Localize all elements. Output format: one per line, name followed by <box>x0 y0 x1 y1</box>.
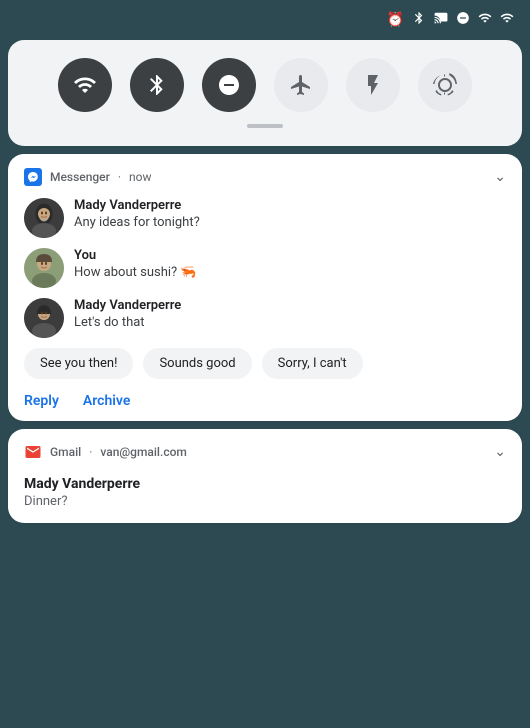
reply-button[interactable]: Reply <box>24 393 59 409</box>
message-row-1: Mady Vanderperre Any ideas for tonight? <box>24 198 506 238</box>
notif-time: now <box>129 170 152 184</box>
message-content-3: Mady Vanderperre Let's do that <box>74 298 181 330</box>
bluetooth-status-icon <box>412 11 426 29</box>
drag-handle <box>247 124 283 128</box>
gmail-notification: Gmail · van@gmail.com ⌄ Mady Vanderperre… <box>8 429 522 523</box>
gmail-app-icon <box>24 443 42 461</box>
cast-icon <box>434 11 448 29</box>
msg-text-1: Any ideas for tonight? <box>74 215 200 230</box>
rotate-toggle[interactable] <box>418 58 472 112</box>
quick-reply-sounds-good[interactable]: Sounds good <box>143 348 251 379</box>
alarm-icon: ⏰ <box>387 12 404 28</box>
mady-avatar-2 <box>24 298 64 338</box>
gmail-account: van@gmail.com <box>100 445 186 459</box>
messenger-app-icon <box>24 168 42 186</box>
msg-text-2: How about sushi? 🦐 <box>74 265 197 280</box>
quick-replies: See you then! Sounds good Sorry, I can't <box>24 348 506 379</box>
quick-reply-sorry[interactable]: Sorry, I can't <box>262 348 363 379</box>
quick-settings-buttons <box>32 58 498 112</box>
notif-header: Messenger · now ⌄ <box>24 168 506 186</box>
msg-sender-1: Mady Vanderperre <box>74 198 200 213</box>
message-content-1: Mady Vanderperre Any ideas for tonight? <box>74 198 200 230</box>
notifications-container: Messenger · now ⌄ <box>8 154 522 523</box>
gmail-app-name: Gmail <box>50 445 81 459</box>
gmail-subject: Dinner? <box>24 494 506 509</box>
quick-settings-panel <box>8 40 522 146</box>
gmail-separator: · <box>89 445 92 459</box>
notif-actions: Reply Archive <box>24 391 506 409</box>
status-bar: ⏰ <box>0 0 530 40</box>
gmail-notif-header: Gmail · van@gmail.com ⌄ <box>24 443 506 461</box>
message-row-2: You How about sushi? 🦐 <box>24 248 506 288</box>
archive-button[interactable]: Archive <box>83 393 130 409</box>
msg-sender-3: Mady Vanderperre <box>74 298 181 313</box>
msg-text-3: Let's do that <box>74 315 181 330</box>
signal-icon <box>500 11 514 29</box>
mady-avatar-1 <box>24 198 64 238</box>
dnd-status-icon <box>456 11 470 29</box>
message-row-3: Mady Vanderperre Let's do that <box>24 298 506 338</box>
gmail-expand-icon[interactable]: ⌄ <box>494 444 506 460</box>
notif-expand-icon[interactable]: ⌄ <box>494 169 506 185</box>
messenger-notification: Messenger · now ⌄ <box>8 154 522 421</box>
quick-reply-see-you[interactable]: See you then! <box>24 348 133 379</box>
airplane-toggle[interactable] <box>274 58 328 112</box>
flashlight-toggle[interactable] <box>346 58 400 112</box>
you-avatar <box>24 248 64 288</box>
messenger-app-name: Messenger <box>50 170 110 184</box>
wifi-status-icon <box>478 11 492 29</box>
msg-sender-2: You <box>74 248 197 263</box>
notif-separator: · <box>118 170 121 184</box>
gmail-sender: Mady Vanderperre <box>24 473 506 492</box>
message-content-2: You How about sushi? 🦐 <box>74 248 197 280</box>
bluetooth-toggle[interactable] <box>130 58 184 112</box>
dnd-toggle[interactable] <box>202 58 256 112</box>
wifi-toggle[interactable] <box>58 58 112 112</box>
